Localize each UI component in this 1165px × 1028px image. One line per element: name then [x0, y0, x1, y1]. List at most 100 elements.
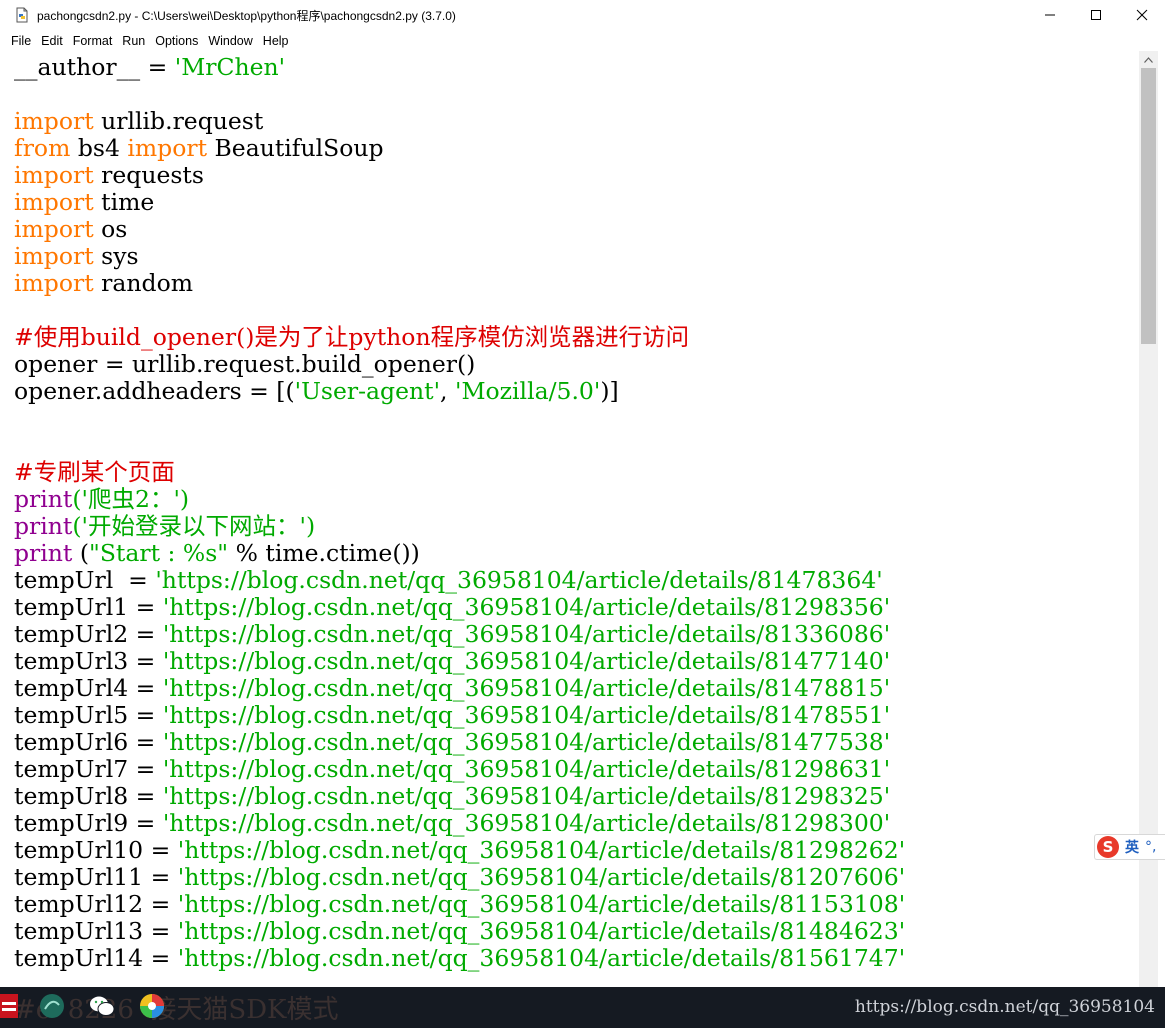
code-line[interactable]: print ("Start : %s" % time.ctime()): [14, 540, 420, 567]
keyword-token: import: [14, 107, 94, 135]
menu-help[interactable]: Help: [259, 34, 293, 48]
menu-run[interactable]: Run: [118, 34, 149, 48]
ime-toolbar[interactable]: S 英 °,: [1094, 834, 1165, 860]
code-line[interactable]: #专刷某个页面: [14, 459, 175, 486]
string-token: 'https://blog.csdn.net/qq_36958104/artic…: [162, 728, 891, 756]
code-line[interactable]: import random: [14, 270, 193, 297]
menu-format[interactable]: Format: [69, 34, 117, 48]
code-editor[interactable]: __author__ = 'MrChen' import urllib.reque…: [0, 51, 1139, 987]
csdn-watermark: https://blog.csdn.net/qq_36958104: [854, 997, 1155, 1017]
code-line[interactable]: tempUrl7 = 'https://blog.csdn.net/qq_369…: [14, 756, 890, 783]
minimize-icon: [1045, 14, 1055, 16]
code-token: tempUrl11 =: [14, 863, 178, 891]
minimize-button[interactable]: [1027, 0, 1073, 30]
code-line[interactable]: import requests: [14, 162, 204, 189]
builtin-token: print: [14, 485, 73, 513]
scroll-thumb[interactable]: [1141, 68, 1156, 344]
close-icon: [1136, 9, 1148, 21]
idle-editor-window: pachongcsdn2.py - C:\Users\wei\Desktop\p…: [0, 0, 1165, 1028]
string-token: 'https://blog.csdn.net/qq_36958104/artic…: [162, 647, 891, 675]
chevron-up-icon: [1144, 57, 1153, 63]
code-line[interactable]: tempUrl4 = 'https://blog.csdn.net/qq_369…: [14, 675, 890, 702]
string-token: "Start : %s": [89, 539, 229, 567]
code-line[interactable]: tempUrl3 = 'https://blog.csdn.net/qq_369…: [14, 648, 890, 675]
taskbar: #e 8226 接天猫SDK模式 https://blog.csdn.net/q…: [0, 987, 1165, 1028]
code-line[interactable]: tempUrl11 = 'https://blog.csdn.net/qq_36…: [14, 864, 905, 891]
code-line[interactable]: tempUrl14 = 'https://blog.csdn.net/qq_36…: [14, 945, 905, 972]
code-line[interactable]: print('爬虫2：'): [14, 486, 189, 513]
string-token: 'https://blog.csdn.net/qq_36958104/artic…: [162, 701, 891, 729]
ime-language-toggle[interactable]: 英: [1125, 837, 1139, 857]
code-token: tempUrl13 =: [14, 917, 178, 945]
code-line[interactable]: tempUrl2 = 'https://blog.csdn.net/qq_369…: [14, 621, 890, 648]
code-token: tempUrl1 =: [14, 593, 163, 621]
code-line[interactable]: tempUrl1 = 'https://blog.csdn.net/qq_369…: [14, 594, 890, 621]
scroll-up-button[interactable]: [1139, 51, 1158, 69]
code-line[interactable]: tempUrl5 = 'https://blog.csdn.net/qq_369…: [14, 702, 890, 729]
code-line[interactable]: opener.addheaders = [('User-agent', 'Moz…: [14, 378, 619, 405]
maximize-button[interactable]: [1073, 0, 1119, 30]
string-token: 'https://blog.csdn.net/qq_36958104/artic…: [177, 863, 906, 891]
code-token: sys: [93, 242, 139, 270]
code-token: opener = urllib.request.build_opener(): [14, 350, 476, 378]
menu-file[interactable]: File: [7, 34, 35, 48]
terminal-app-icon[interactable]: [38, 992, 66, 1020]
wechat-icon[interactable]: [88, 992, 116, 1020]
string-token: 'https://blog.csdn.net/qq_36958104/artic…: [177, 890, 906, 918]
string-token: 'https://blog.csdn.net/qq_36958104/artic…: [162, 593, 891, 621]
code-line[interactable]: tempUrl10 = 'https://blog.csdn.net/qq_36…: [14, 837, 905, 864]
code-token: tempUrl12 =: [14, 890, 178, 918]
menu-edit[interactable]: Edit: [37, 34, 67, 48]
code-token: __author__ =: [14, 53, 175, 81]
string-token: 'https://blog.csdn.net/qq_36958104/artic…: [162, 755, 891, 783]
string-token: 'https://blog.csdn.net/qq_36958104/artic…: [162, 782, 891, 810]
window-controls: [1027, 0, 1165, 30]
code-line[interactable]: from bs4 import BeautifulSoup: [14, 135, 384, 162]
string-token: 'MrChen': [174, 53, 286, 81]
ime-punctuation-toggle[interactable]: °,: [1145, 839, 1156, 855]
menu-options[interactable]: Options: [151, 34, 202, 48]
code-line[interactable]: tempUrl8 = 'https://blog.csdn.net/qq_369…: [14, 783, 890, 810]
code-line[interactable]: print('开始登录以下网站：'): [14, 513, 315, 540]
keyword-token: import: [14, 269, 94, 297]
comment-token: #使用build_opener()是为了让python程序模仿浏览器进行访问: [14, 323, 690, 351]
code-line[interactable]: #使用build_opener()是为了让python程序模仿浏览器进行访问: [14, 324, 689, 351]
code-line[interactable]: tempUrl6 = 'https://blog.csdn.net/qq_369…: [14, 729, 890, 756]
close-button[interactable]: [1119, 0, 1165, 30]
code-line[interactable]: __author__ = 'MrChen': [14, 54, 285, 81]
colorful-app-icon[interactable]: [138, 992, 166, 1020]
code-line[interactable]: tempUrl9 = 'https://blog.csdn.net/qq_369…: [14, 810, 890, 837]
code-line[interactable]: tempUrl13 = 'https://blog.csdn.net/qq_36…: [14, 918, 905, 945]
code-token: % time.ctime()): [228, 539, 420, 567]
code-token: tempUrl7 =: [14, 755, 163, 783]
builtin-token: print: [14, 539, 73, 567]
code-line[interactable]: import os: [14, 216, 127, 243]
code-line[interactable]: opener = urllib.request.build_opener(): [14, 351, 475, 378]
string-token: 'https://blog.csdn.net/qq_36958104/artic…: [177, 836, 906, 864]
menu-window[interactable]: Window: [204, 34, 256, 48]
code-token: )]: [600, 377, 619, 405]
string-token: 'https://blog.csdn.net/qq_36958104/artic…: [177, 944, 906, 972]
comment-token: #专刷某个页面: [14, 458, 175, 486]
code-line[interactable]: import time: [14, 189, 154, 216]
python-file-icon: [16, 7, 28, 23]
code-token: tempUrl5 =: [14, 701, 163, 729]
string-token: 'https://blog.csdn.net/qq_36958104/artic…: [177, 917, 906, 945]
code-token: tempUrl14 =: [14, 944, 178, 972]
menu-bar: File Edit Format Run Options Window Help: [0, 30, 1165, 51]
maximize-icon: [1091, 10, 1101, 20]
string-token: 'User-agent': [294, 377, 441, 405]
code-line[interactable]: tempUrl12 = 'https://blog.csdn.net/qq_36…: [14, 891, 905, 918]
code-token: tempUrl8 =: [14, 782, 163, 810]
code-line[interactable]: import sys: [14, 243, 139, 270]
title-bar[interactable]: pachongcsdn2.py - C:\Users\wei\Desktop\p…: [0, 0, 1165, 30]
string-token: ('开始登录以下网站：'): [72, 512, 316, 540]
code-line[interactable]: tempUrl = 'https://blog.csdn.net/qq_3695…: [14, 567, 883, 594]
string-token: ('爬虫2：'): [72, 485, 190, 513]
code-line[interactable]: import urllib.request: [14, 108, 263, 135]
string-token: 'https://blog.csdn.net/qq_36958104/artic…: [162, 620, 891, 648]
csdn-icon[interactable]: [0, 992, 18, 1020]
code-token: tempUrl =: [14, 566, 156, 594]
keyword-token: from: [14, 134, 71, 162]
string-token: 'https://blog.csdn.net/qq_36958104/artic…: [162, 809, 891, 837]
